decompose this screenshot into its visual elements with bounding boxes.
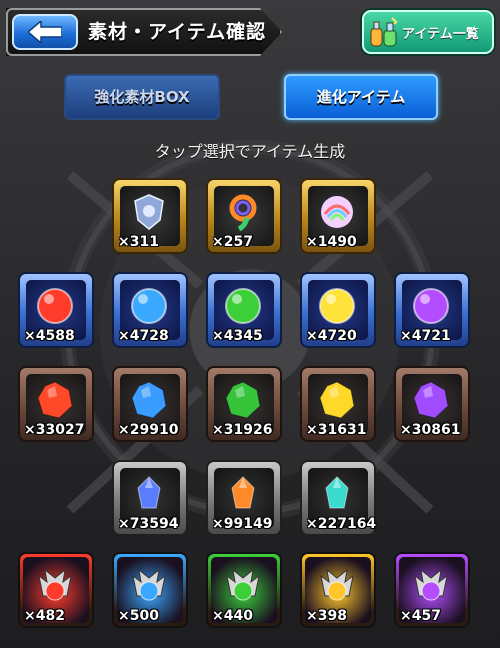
fire-dragon-icon bbox=[38, 568, 72, 601]
fire-stone-icon bbox=[37, 381, 73, 419]
item-tile-large-crystal[interactable]: ×73594 bbox=[112, 460, 188, 536]
item-tile-fire-orb[interactable]: ×4588 bbox=[18, 272, 94, 348]
item-quantity: ×311 bbox=[118, 234, 159, 250]
item-list-label: アイテム一覧 bbox=[402, 27, 479, 42]
back-button[interactable] bbox=[12, 14, 78, 50]
wood-stone-icon bbox=[225, 381, 261, 419]
item-tile-rainbow-gem[interactable]: ×1490 bbox=[300, 178, 376, 254]
item-tile-fire-dragon[interactable]: ×482 bbox=[18, 552, 94, 628]
item-tile-water-orb[interactable]: ×4728 bbox=[112, 272, 188, 348]
fire-orb-icon bbox=[37, 288, 73, 324]
light-stone-icon bbox=[319, 381, 355, 419]
dark-dragon-icon bbox=[414, 568, 448, 601]
item-tile-rainbow-swirl[interactable]: ×257 bbox=[206, 178, 282, 254]
item-quantity: ×1490 bbox=[306, 234, 357, 250]
item-quantity: ×440 bbox=[212, 608, 253, 624]
rainbow-swirl-icon bbox=[229, 194, 257, 232]
crest-icon bbox=[134, 194, 164, 230]
item-quantity: ×31926 bbox=[212, 422, 273, 438]
small-crystal-icon bbox=[325, 476, 349, 509]
item-tile-dark-orb[interactable]: ×4721 bbox=[394, 272, 470, 348]
item-quantity: ×33027 bbox=[24, 422, 85, 438]
header-bar: 素材・アイテム確認 アイテム一覧 bbox=[0, 0, 500, 62]
item-quantity: ×398 bbox=[306, 608, 347, 624]
item-quantity: ×4588 bbox=[24, 328, 75, 344]
item-tile-light-stone[interactable]: ×31631 bbox=[300, 366, 376, 442]
item-quantity: ×30861 bbox=[400, 422, 461, 438]
item-quantity: ×4728 bbox=[118, 328, 169, 344]
water-orb-icon bbox=[131, 288, 167, 324]
tab-enhance-material-box[interactable]: 強化素材BOX bbox=[64, 74, 220, 120]
item-tile-crest[interactable]: ×311 bbox=[112, 178, 188, 254]
large-crystal-icon bbox=[137, 476, 161, 509]
item-quantity: ×482 bbox=[24, 608, 65, 624]
tab-evolution-items[interactable]: 進化アイテム bbox=[284, 74, 438, 120]
item-tile-small-crystal[interactable]: ×227164 bbox=[300, 460, 376, 536]
light-dragon-icon bbox=[320, 568, 354, 601]
rainbow-gem-icon bbox=[321, 196, 353, 228]
water-dragon-icon bbox=[132, 568, 166, 601]
item-tile-light-orb[interactable]: ×4720 bbox=[300, 272, 376, 348]
item-quantity: ×227164 bbox=[306, 516, 377, 532]
item-tile-wood-dragon[interactable]: ×440 bbox=[206, 552, 282, 628]
wood-orb-icon bbox=[225, 288, 261, 324]
item-tile-water-dragon[interactable]: ×500 bbox=[112, 552, 188, 628]
dark-orb-icon bbox=[413, 288, 449, 324]
item-tile-dark-stone[interactable]: ×30861 bbox=[394, 366, 470, 442]
item-quantity: ×257 bbox=[212, 234, 253, 250]
item-quantity: ×73594 bbox=[118, 516, 179, 532]
item-list-button[interactable]: アイテム一覧 bbox=[362, 10, 494, 54]
instruction-text: タップ選択でアイテム生成 bbox=[154, 142, 346, 161]
item-quantity: ×4721 bbox=[400, 328, 451, 344]
potion-bottles-icon bbox=[370, 17, 398, 47]
item-tile-medium-crystal[interactable]: ×99149 bbox=[206, 460, 282, 536]
back-arrow-icon bbox=[28, 21, 62, 43]
item-quantity: ×4345 bbox=[212, 328, 263, 344]
item-quantity: ×457 bbox=[400, 608, 441, 624]
dark-stone-icon bbox=[413, 381, 449, 419]
item-tile-fire-stone[interactable]: ×33027 bbox=[18, 366, 94, 442]
item-tile-wood-stone[interactable]: ×31926 bbox=[206, 366, 282, 442]
item-tile-wood-orb[interactable]: ×4345 bbox=[206, 272, 282, 348]
page-title: 素材・アイテム確認 bbox=[88, 21, 267, 43]
wood-dragon-icon bbox=[226, 568, 260, 601]
item-quantity: ×4720 bbox=[306, 328, 357, 344]
water-stone-icon bbox=[131, 381, 167, 419]
item-quantity: ×29910 bbox=[118, 422, 179, 438]
item-tile-water-stone[interactable]: ×29910 bbox=[112, 366, 188, 442]
item-tile-light-dragon[interactable]: ×398 bbox=[300, 552, 376, 628]
light-orb-icon bbox=[319, 288, 355, 324]
item-quantity: ×31631 bbox=[306, 422, 367, 438]
item-quantity: ×500 bbox=[118, 608, 159, 624]
item-tile-dark-dragon[interactable]: ×457 bbox=[394, 552, 470, 628]
medium-crystal-icon bbox=[231, 476, 255, 509]
item-quantity: ×99149 bbox=[212, 516, 273, 532]
